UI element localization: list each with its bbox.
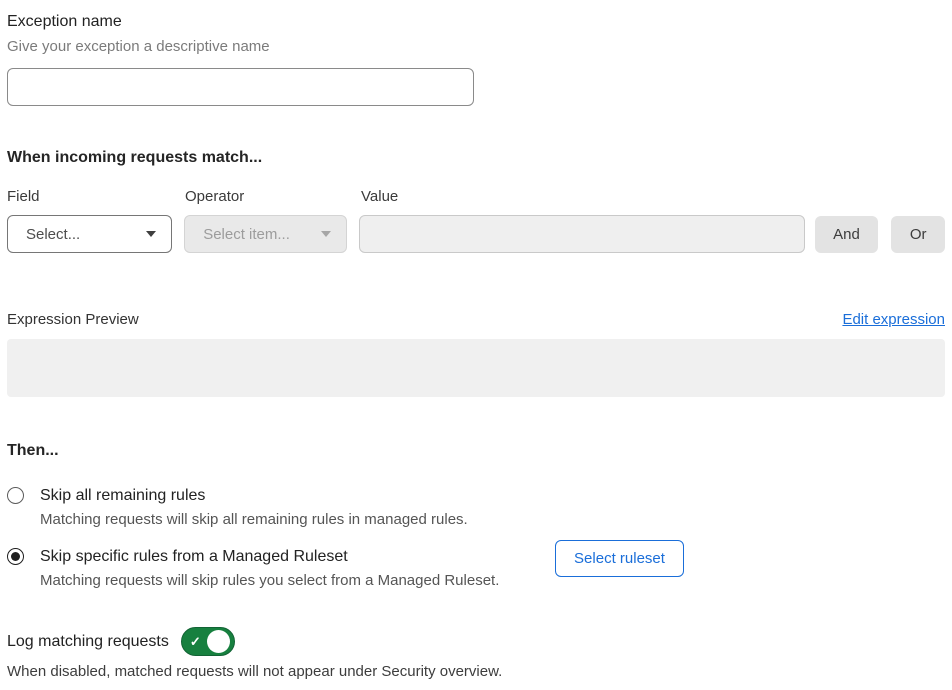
check-icon: ✓ (190, 635, 201, 648)
radio-option-label: Skip all remaining rules (40, 486, 205, 505)
radio-option-description: Matching requests will skip rules you se… (40, 572, 945, 590)
match-section-heading: When incoming requests match... (7, 148, 945, 167)
radio-icon[interactable] (7, 548, 24, 565)
toggle-knob (207, 630, 230, 653)
expression-preview-label: Expression Preview (7, 311, 139, 329)
log-matching-row: Log matching requests ✓ (7, 627, 945, 656)
value-label: Value (361, 188, 809, 206)
match-controls-row: Select... Select item... And Or (7, 215, 945, 253)
radio-option-description: Matching requests will skip all remainin… (40, 511, 945, 529)
field-select-value: Select... (26, 226, 80, 243)
operator-label: Operator (185, 188, 349, 206)
log-matching-description: When disabled, matched requests will not… (7, 663, 945, 681)
chevron-down-icon (321, 231, 331, 237)
then-section-heading: Then... (7, 441, 945, 460)
field-select[interactable]: Select... (7, 215, 172, 253)
value-input[interactable] (359, 215, 804, 253)
radio-option-skip-all[interactable]: Skip all remaining rules (7, 486, 945, 505)
exception-name-input[interactable] (7, 68, 474, 106)
operator-select[interactable]: Select item... (184, 215, 347, 253)
exception-name-title: Exception name (7, 12, 945, 31)
radio-option-skip-specific[interactable]: Skip specific rules from a Managed Rules… (7, 547, 945, 566)
select-ruleset-button[interactable]: Select ruleset (555, 540, 684, 577)
log-matching-label: Log matching requests (7, 632, 169, 651)
log-requests-toggle[interactable]: ✓ (181, 627, 235, 656)
exception-form: Exception name Give your exception a des… (0, 0, 952, 681)
chevron-down-icon (146, 231, 156, 237)
field-label: Field (7, 188, 173, 206)
exception-name-subtitle: Give your exception a descriptive name (7, 38, 945, 56)
expression-preview-box (7, 339, 945, 397)
or-button[interactable]: Or (891, 216, 945, 253)
edit-expression-link[interactable]: Edit expression (842, 311, 945, 329)
expression-header: Expression Preview Edit expression (7, 311, 945, 329)
radio-icon[interactable] (7, 487, 24, 504)
match-column-labels: Field Operator Value (7, 188, 945, 206)
radio-option-label: Skip specific rules from a Managed Rules… (40, 547, 348, 566)
operator-select-value: Select item... (203, 226, 290, 243)
and-button[interactable]: And (815, 216, 879, 253)
